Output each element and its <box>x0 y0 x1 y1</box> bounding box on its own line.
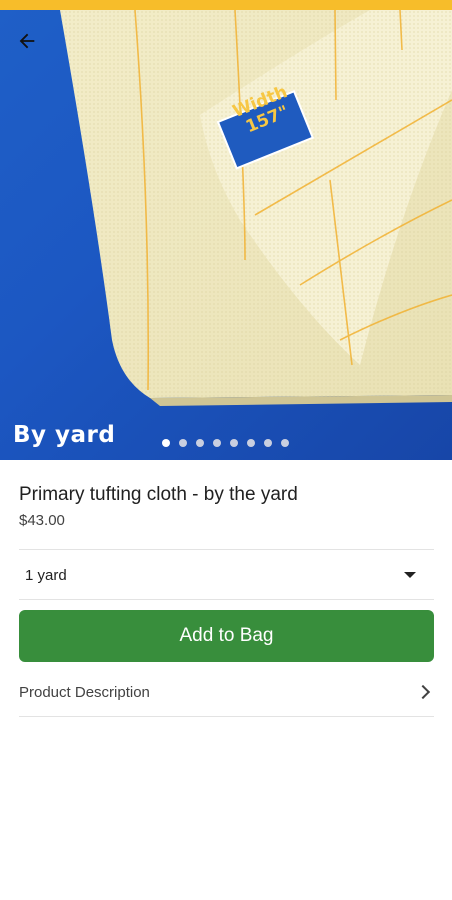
carousel-dot[interactable] <box>247 439 255 447</box>
carousel-dot[interactable] <box>230 439 238 447</box>
product-description-label: Product Description <box>19 683 150 701</box>
caret-down-icon <box>404 572 416 578</box>
divider <box>19 549 434 550</box>
chevron-right-icon <box>415 684 431 700</box>
carousel-dot[interactable] <box>162 439 170 447</box>
carousel-dot[interactable] <box>281 439 289 447</box>
product-photo <box>60 10 452 406</box>
product-description-row[interactable]: Product Description <box>19 672 434 712</box>
top-accent-strip <box>0 0 452 10</box>
product-image-carousel[interactable]: Width 157" By yard <box>0 10 452 460</box>
quantity-select[interactable]: 1 yard <box>19 556 434 594</box>
carousel-dot[interactable] <box>264 439 272 447</box>
hero-caption: By yard <box>13 422 116 448</box>
quantity-select-value: 1 yard <box>25 566 67 584</box>
divider <box>19 599 434 600</box>
arrow-left-icon <box>19 33 35 49</box>
carousel-dot[interactable] <box>213 439 221 447</box>
carousel-dot[interactable] <box>196 439 204 447</box>
product-price: $43.00 <box>19 512 65 529</box>
add-to-bag-button[interactable]: Add to Bag <box>19 610 434 662</box>
product-title: Primary tufting cloth - by the yard <box>19 484 298 505</box>
carousel-dot[interactable] <box>179 439 187 447</box>
back-button[interactable] <box>16 30 50 64</box>
divider <box>19 716 434 717</box>
carousel-pagination <box>162 439 289 447</box>
